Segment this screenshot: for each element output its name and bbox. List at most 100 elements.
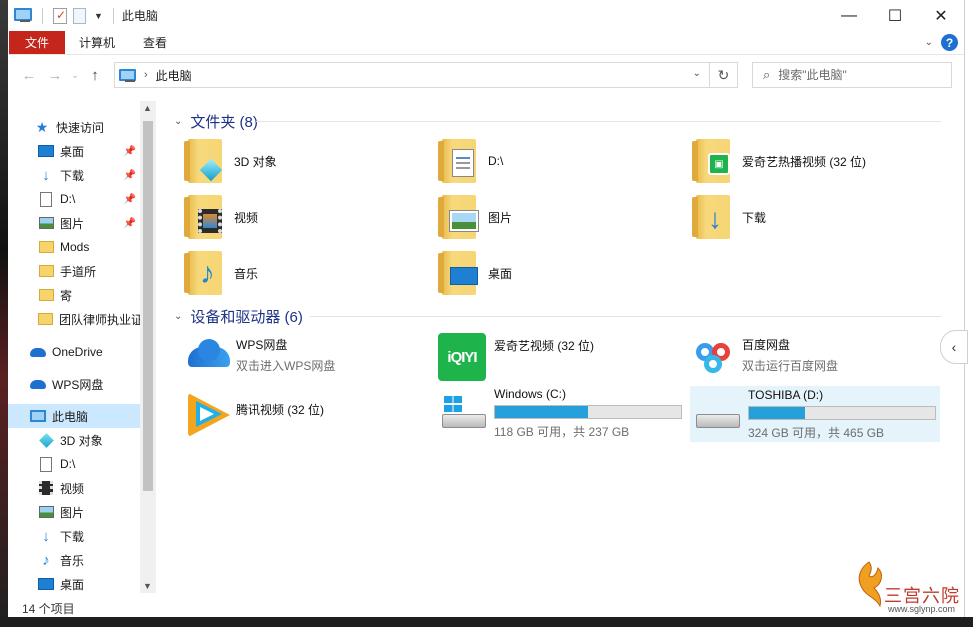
forward-arrow-icon[interactable]: → bbox=[42, 67, 68, 84]
refresh-button[interactable]: ↻ bbox=[710, 62, 738, 88]
scroll-down-icon[interactable]: ▼ bbox=[143, 581, 152, 591]
expand-side-panel-chevron-icon[interactable]: ‹ bbox=[940, 330, 968, 364]
sidebar-scrollbar[interactable]: ▲ ▼ bbox=[140, 101, 156, 593]
sidebar-item-desktop[interactable]: 桌面 bbox=[8, 572, 140, 596]
video-folder-icon bbox=[184, 195, 228, 239]
group-title: 设备和驱动器 (6) bbox=[190, 309, 303, 326]
sidebar-item-pictures[interactable]: 图片 📌 bbox=[8, 211, 140, 235]
cube-folder-icon bbox=[184, 139, 228, 183]
folder-label: 视频 bbox=[234, 210, 259, 225]
folders-group-header[interactable]: ⌄ 文件夹 (8) bbox=[174, 111, 258, 132]
drive-free-space: 118 GB 可用，共 237 GB bbox=[494, 425, 630, 439]
address-bar[interactable]: › 此电脑 ⌄ bbox=[114, 62, 710, 88]
customize-toolbar-chevron-icon[interactable]: ▼ bbox=[94, 11, 103, 21]
drive-usage-fill bbox=[749, 406, 806, 419]
devices-group-header[interactable]: ⌄ 设备和驱动器 (6) bbox=[174, 306, 303, 327]
folder-label: D:\ bbox=[488, 154, 504, 168]
toolbar-divider bbox=[42, 7, 43, 24]
sidebar-item-label: D:\ bbox=[60, 457, 76, 471]
drive-c[interactable]: Windows (C:) 118 GB 可用，共 237 GB bbox=[440, 387, 682, 440]
collapse-chevron-icon[interactable]: ⌄ bbox=[174, 311, 182, 322]
pin-icon: 📌 bbox=[123, 193, 136, 205]
folder-icon bbox=[38, 312, 53, 326]
document-icon bbox=[38, 456, 54, 472]
folder-iqiyi-videos[interactable]: ▣ 爱奇艺热播视频 (32 位) bbox=[692, 139, 866, 183]
drive-usage-bar bbox=[494, 405, 682, 419]
breadcrumb[interactable]: 此电脑 bbox=[156, 67, 192, 84]
breadcrumb-separator-icon[interactable]: › bbox=[144, 69, 148, 81]
sidebar-item-downloads[interactable]: ↓ 下载 bbox=[8, 524, 140, 548]
device-wps-cloud[interactable]: WPS网盘 双击进入WPS网盘 bbox=[186, 333, 335, 377]
sidebar-item-label: Mods bbox=[60, 240, 90, 254]
sidebar-item-label: 快速访问 bbox=[56, 120, 105, 135]
sidebar-item-onedrive[interactable]: OneDrive bbox=[8, 340, 140, 364]
scrollbar-thumb[interactable] bbox=[143, 121, 153, 491]
star-icon: ★ bbox=[35, 118, 49, 135]
device-iqiyi-app[interactable]: iQIYI 爱奇艺视频 (32 位) bbox=[438, 333, 594, 383]
tab-file[interactable]: 文件 bbox=[9, 31, 65, 54]
expand-ribbon-chevron-icon[interactable]: ⌄ bbox=[925, 37, 933, 48]
sidebar-item-label: OneDrive bbox=[52, 345, 103, 359]
device-baidu-netdisk[interactable]: 百度网盘 双击运行百度网盘 bbox=[692, 333, 838, 377]
device-label: WPS网盘 bbox=[236, 338, 288, 352]
sidebar-item-label: 桌面 bbox=[60, 577, 85, 592]
folder-icon bbox=[38, 288, 54, 302]
folder-d-drive[interactable]: D:\ bbox=[438, 139, 503, 183]
sidebar-item-videos[interactable]: 视频 bbox=[8, 476, 140, 500]
search-input[interactable] bbox=[778, 68, 939, 82]
scroll-up-icon[interactable]: ▲ bbox=[143, 103, 152, 113]
minimize-button[interactable]: — bbox=[826, 0, 872, 31]
device-tencent-video[interactable]: 腾讯视频 (32 位) bbox=[186, 391, 324, 437]
sidebar-item-label: 图片 bbox=[60, 505, 85, 520]
sidebar-item-wps-cloud[interactable]: WPS网盘 bbox=[8, 372, 140, 396]
sidebar-item-quick-access[interactable]: ★ 快速访问 bbox=[8, 115, 140, 139]
maximize-button[interactable]: ☐ bbox=[872, 0, 918, 31]
back-arrow-icon[interactable]: ← bbox=[16, 67, 42, 84]
sidebar-item-pictures[interactable]: 图片 bbox=[8, 500, 140, 524]
sidebar-item-folder[interactable]: 团队律师执业证 bbox=[8, 307, 140, 331]
close-button[interactable]: ✕ bbox=[918, 0, 964, 31]
sidebar-item-folder[interactable]: 寄 bbox=[8, 283, 140, 307]
sidebar-item-label: 团队律师执业证 bbox=[59, 312, 140, 327]
sidebar-item-music[interactable]: ♪ 音乐 bbox=[8, 548, 140, 572]
drive-free-space: 324 GB 可用，共 465 GB bbox=[748, 425, 885, 440]
folder-label: 下载 bbox=[742, 210, 767, 225]
music-folder-icon: ♪ bbox=[184, 251, 228, 295]
search-box[interactable]: ⌕ bbox=[752, 62, 952, 88]
tab-view[interactable]: 查看 bbox=[129, 31, 181, 54]
sidebar-item-folder[interactable]: 手道所 bbox=[8, 259, 140, 283]
new-folder-icon[interactable] bbox=[73, 7, 86, 24]
group-divider bbox=[310, 316, 941, 317]
folder-music[interactable]: ♪ 音乐 bbox=[184, 251, 258, 295]
sidebar-item-this-pc[interactable]: 此电脑 bbox=[8, 404, 140, 428]
sidebar-item-mods[interactable]: Mods bbox=[8, 235, 140, 259]
sidebar-item-d-drive[interactable]: D:\ bbox=[8, 452, 140, 476]
tab-computer[interactable]: 计算机 bbox=[65, 31, 129, 54]
recent-locations-chevron-icon[interactable]: ⌄ bbox=[68, 70, 82, 81]
device-label: 爱奇艺视频 (32 位) bbox=[494, 339, 595, 353]
folder-pictures[interactable]: 图片 bbox=[438, 195, 512, 239]
search-icon: ⌕ bbox=[763, 67, 771, 82]
sidebar-item-d-drive[interactable]: D:\ 📌 bbox=[8, 187, 140, 211]
drive-d[interactable]: TOSHIBA (D:) 324 GB 可用，共 465 GB bbox=[690, 386, 940, 442]
sidebar-item-downloads[interactable]: ↓ 下载 📌 bbox=[8, 163, 140, 187]
folder-label: 音乐 bbox=[234, 266, 259, 281]
tencent-video-icon bbox=[186, 391, 230, 437]
document-icon bbox=[38, 191, 54, 207]
help-icon[interactable]: ? bbox=[941, 34, 958, 51]
sidebar-item-desktop[interactable]: 桌面 📌 bbox=[8, 139, 140, 163]
folder-desktop[interactable]: 桌面 bbox=[438, 251, 512, 295]
folder-downloads[interactable]: ↓ 下载 bbox=[692, 195, 766, 239]
sidebar-item-label: 音乐 bbox=[60, 553, 85, 568]
content-pane: ⌄ 文件夹 (8) 3D 对象 D:\ ▣ 爱奇艺热播视频 (32 位) 视频 … bbox=[164, 97, 965, 597]
address-history-chevron-icon[interactable]: ⌄ bbox=[693, 68, 701, 79]
collapse-chevron-icon[interactable]: ⌄ bbox=[174, 116, 182, 127]
download-folder-icon: ↓ bbox=[692, 195, 736, 239]
properties-icon[interactable] bbox=[53, 7, 67, 24]
sidebar-item-label: 图片 bbox=[60, 216, 85, 231]
folder-videos[interactable]: 视频 bbox=[184, 195, 258, 239]
sidebar-item-3d-objects[interactable]: 3D 对象 bbox=[8, 428, 140, 452]
folder-3d-objects[interactable]: 3D 对象 bbox=[184, 139, 277, 183]
up-arrow-icon[interactable]: ↑ bbox=[82, 67, 108, 84]
folder-label: 爱奇艺热播视频 (32 位) bbox=[742, 154, 867, 169]
